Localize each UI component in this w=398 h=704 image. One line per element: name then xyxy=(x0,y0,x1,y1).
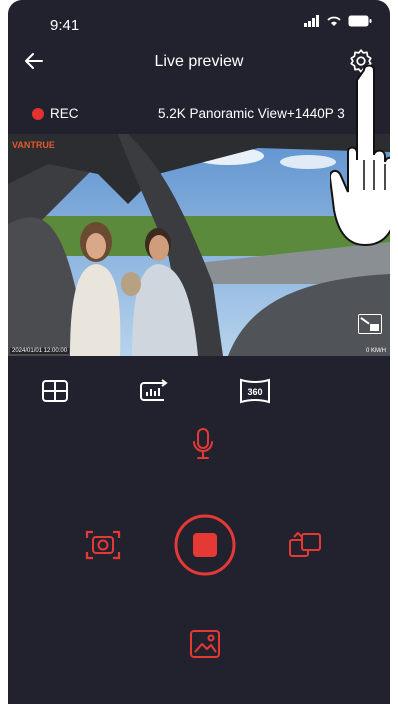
rec-indicator-dot xyxy=(32,108,44,120)
microphone-icon[interactable] xyxy=(190,426,216,462)
record-stop-button[interactable] xyxy=(174,514,236,576)
panorama-360-icon[interactable]: 360 xyxy=(238,377,272,405)
fullscreen-toggle-icon[interactable] xyxy=(358,314,382,334)
hud-speed: 0 KM/H xyxy=(365,348,386,354)
page-title: Live preview xyxy=(154,53,244,70)
panorama-360-label: 360 xyxy=(247,387,262,397)
video-frame-image xyxy=(8,134,390,356)
system-icons xyxy=(304,15,372,27)
gallery-icon[interactable] xyxy=(188,628,222,660)
status-time: 9:41 xyxy=(50,17,80,34)
battery-icon xyxy=(348,15,372,27)
fullscreen-inner-box xyxy=(370,324,379,331)
fullscreen-diagonal xyxy=(360,317,370,325)
split-view-icon[interactable] xyxy=(40,378,70,404)
watermark-logo: VANTRUE xyxy=(12,140,55,150)
recording-info-bar: REC 5.2K Panoramic View+1440P 3 xyxy=(8,100,390,128)
app-screen: 9:41 Live preview REC 5.2K Panoramic Vie… xyxy=(8,0,390,704)
hud-timestamp: 2024/01/01 12:00:00 xyxy=(10,348,70,354)
wifi-icon xyxy=(327,16,341,26)
top-bar: Live preview xyxy=(8,40,390,80)
snapshot-icon[interactable] xyxy=(84,528,122,562)
status-bar: 9:41 xyxy=(8,0,390,36)
settings-gear-icon[interactable] xyxy=(348,48,374,74)
signal-icon xyxy=(304,15,319,27)
resolution-mode-text: 5.2K Panoramic View+1440P 3 xyxy=(158,106,345,121)
switch-camera-icon[interactable] xyxy=(286,528,326,562)
live-video-preview[interactable]: VANTRUE 2024/01/01 12:00:00 0 KM/H xyxy=(8,134,390,356)
stats-icon[interactable] xyxy=(138,378,170,404)
rec-label: REC xyxy=(50,106,79,121)
